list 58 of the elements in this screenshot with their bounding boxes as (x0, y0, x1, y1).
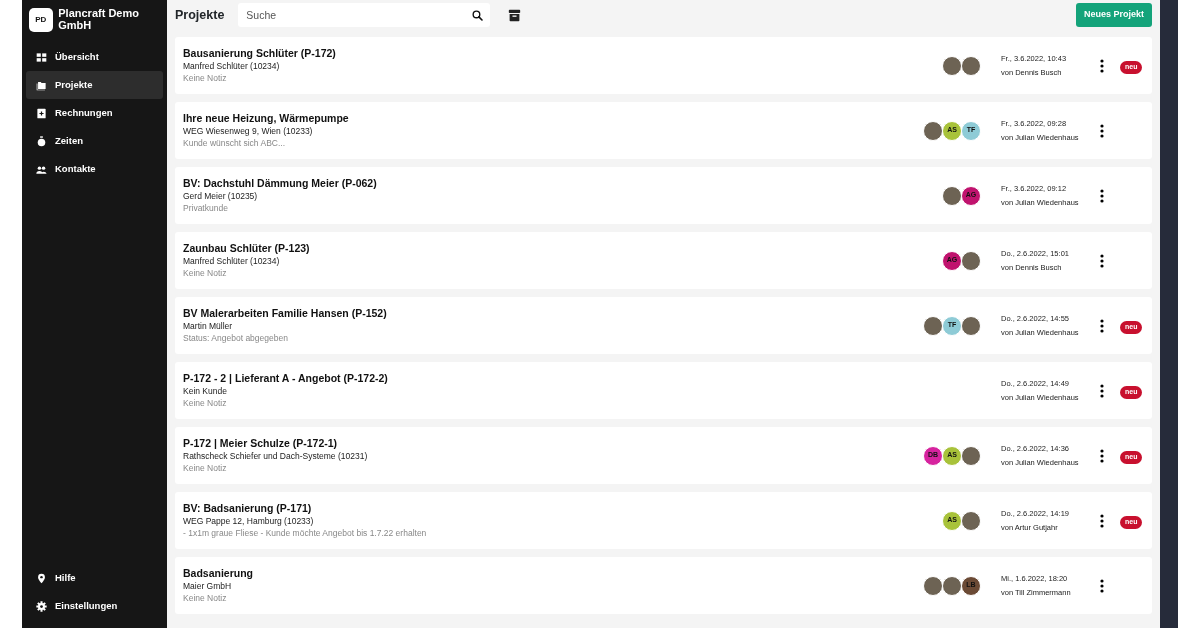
project-note: - 1x1m graue Fliese - Kunde möchte Angebot bis 1.7.22 erhalten (183, 527, 427, 539)
customer-name: Gerd Meier (10235) (183, 190, 259, 202)
avatar-photo-placeholder (942, 185, 962, 206)
project-note: Keine Notiz (183, 267, 228, 279)
customer-name: Manfred Schlüter (10234) (183, 60, 281, 72)
customer-name: Martin Müller (183, 320, 234, 332)
project-title: BV Malerarbeiten Familie Hansen (P-152) (183, 307, 387, 320)
people-icon (36, 163, 47, 175)
customer-name: WEG Pappe 12, Hamburg (10233) (183, 515, 315, 527)
customer-name: Manfred Schlüter (10234) (183, 255, 281, 267)
logo-badge: PD (28, 8, 53, 32)
folder-icon (36, 79, 47, 91)
nav-item[interactable]: Kontakte (26, 155, 163, 183)
document-plus-icon (36, 107, 47, 119)
avatar-photo-placeholder (961, 250, 981, 271)
project-note: Keine Notiz (183, 462, 228, 474)
avatar-photo-placeholder (923, 575, 943, 596)
project-note: Keine Notiz (183, 72, 228, 84)
location-pin-icon (36, 572, 47, 584)
nav-item[interactable]: Zeiten (26, 127, 163, 155)
customer-name: WEG Wiesenweg 9, Wien (10233) (183, 125, 314, 137)
avatar-photo-placeholder (961, 510, 981, 531)
project-note: Status: Angebot abgegeben (183, 332, 289, 344)
customer-name: Kein Kunde (183, 385, 228, 397)
project-title: Zaunbau Schlüter (P-123) (183, 242, 310, 255)
project-note: Keine Notiz (183, 397, 228, 409)
avatar-photo-placeholder (923, 120, 943, 141)
project-title: Bausanierung Schlüter (P-172) (183, 47, 336, 60)
avatar-photo-placeholder (961, 445, 981, 466)
archive-icon[interactable] (508, 8, 522, 22)
project-title: Ihre neue Heizung, Wärmepumpe (183, 112, 349, 125)
avatar-photo-placeholder (961, 315, 981, 336)
nav-item[interactable]: Hilfe (26, 564, 163, 592)
page-title: Projekte (175, 6, 225, 24)
company-name: Plancraft Demo GmbH (58, 8, 140, 32)
project-title: P-172 - 2 | Lieferant A - Angebot (P-172-2) (183, 372, 388, 385)
grid-icon (36, 51, 47, 63)
project-note: Kunde wünscht sich ABC... (183, 137, 287, 149)
search-icon[interactable] (472, 9, 484, 21)
nav-item[interactable]: Projekte (26, 71, 163, 99)
nav-item[interactable]: Rechnungen (26, 99, 163, 127)
avatar-photo-placeholder (961, 55, 981, 76)
project-title: BV: Badsanierung (P-171) (183, 502, 313, 515)
nav-item[interactable]: Übersicht (26, 43, 163, 71)
project-title: P-172 | Meier Schulze (P-172-1) (183, 437, 339, 450)
customer-name: Rathscheck Schiefer und Dach-Systeme (10231) (183, 450, 368, 462)
customer-name: Maier GmbH (183, 580, 233, 592)
project-title: BV: Dachstuhl Dämmung Meier (P-062) (183, 177, 377, 190)
project-title: Badsanierung (183, 567, 253, 580)
settings-icon (36, 600, 47, 612)
nav-item[interactable]: Einstellungen (26, 592, 163, 620)
avatar-photo-placeholder (942, 575, 962, 596)
stopwatch-icon (36, 135, 47, 147)
avatar-photo-placeholder (942, 55, 962, 76)
search-field[interactable]: Suche (238, 3, 491, 27)
project-note: Privatkunde (183, 202, 229, 214)
project-note: Keine Notiz (183, 592, 228, 604)
avatar-photo-placeholder (923, 315, 943, 336)
